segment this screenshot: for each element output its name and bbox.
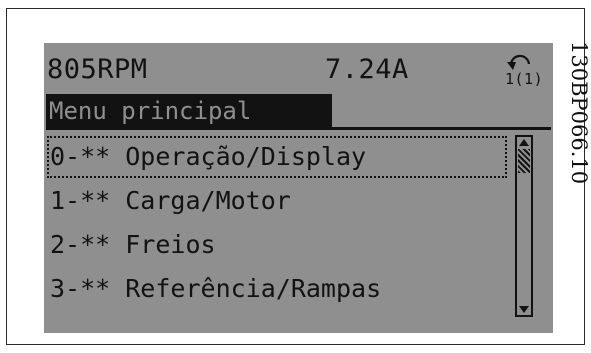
menu-item-brakes[interactable]: 2-** Freios (46, 223, 508, 267)
scrollbar[interactable] (515, 135, 533, 317)
scroll-thumb[interactable] (518, 149, 530, 173)
menu-title: Menu principal (46, 94, 332, 128)
setup-cycle-icon: 1(1) (499, 52, 547, 88)
current-readout: 7.24A (325, 54, 409, 85)
figure-frame: 805RPM 7.24A 1(1) Menu principal 0-** Op… (6, 8, 591, 345)
status-line: 805RPM 7.24A 1(1) (47, 52, 547, 88)
menu-item-reference-ramps[interactable]: 3-** Referência/Rampas (46, 267, 508, 311)
menu-item-operation-display[interactable]: 0-** Operação/Display (46, 135, 508, 179)
speed-readout: 805RPM (47, 54, 148, 85)
menu-item-load-motor[interactable]: 1-** Carga/Motor (46, 179, 508, 223)
scroll-up-icon[interactable] (519, 139, 529, 146)
figure-code-label: 130BP066.10 (567, 41, 591, 185)
title-underline (46, 127, 551, 130)
setup-label: 1(1) (505, 70, 543, 88)
lcd-display: 805RPM 7.24A 1(1) Menu principal 0-** Op… (44, 43, 553, 333)
scroll-down-icon[interactable] (519, 306, 529, 313)
menu-list: 0-** Operação/Display 1-** Carga/Motor 2… (46, 135, 508, 311)
